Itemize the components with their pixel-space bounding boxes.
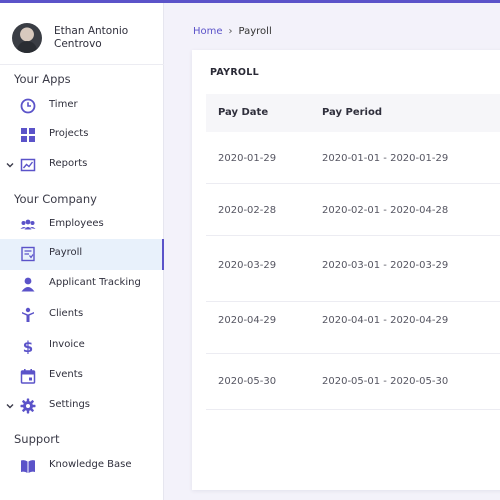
clock-icon: [20, 98, 36, 114]
pay-date-cell: 2020-04-29: [218, 315, 277, 326]
sidebar-item-events[interactable]: Events: [0, 361, 164, 392]
sidebar-item-clients[interactable]: Clients: [0, 300, 164, 331]
table-header: Pay Date Pay Period: [206, 94, 500, 132]
sidebar-item-label: Projects: [49, 128, 89, 139]
breadcrumb-current: Payroll: [238, 26, 272, 37]
dollar-icon: $: [23, 338, 33, 354]
pay-date-cell: 2020-03-29: [218, 260, 277, 271]
sidebar-item-label: Applicant Tracking: [49, 277, 141, 288]
sidebar-item-applicant-tracking[interactable]: Applicant Tracking: [0, 269, 164, 300]
people-icon: [20, 219, 36, 230]
breadcrumb-home-link[interactable]: Home: [193, 26, 223, 37]
breadcrumb: Home › Payroll: [193, 26, 272, 37]
sidebar-item-label: Timer: [49, 99, 78, 110]
pay-period-cell: 2020-05-01 - 2020-05-30: [322, 376, 449, 387]
table-row[interactable]: 2020-03-29 2020-03-01 - 2020-03-29: [206, 236, 500, 302]
user-profile[interactable]: Ethan Antonio Centrovo: [0, 3, 164, 65]
sidebar-item-invoice[interactable]: $ Invoice: [0, 331, 164, 362]
sidebar-item-settings[interactable]: Settings: [0, 391, 164, 422]
pay-date-cell: 2020-02-28: [218, 205, 277, 216]
table-row[interactable]: 2020-04-29 2020-04-01 - 2020-04-29: [206, 302, 500, 354]
column-header-pay-date[interactable]: Pay Date: [218, 107, 268, 118]
sidebar-item-label: Payroll: [49, 247, 83, 258]
sidebar-item-payroll[interactable]: Payroll: [0, 239, 164, 270]
breadcrumb-separator: ›: [228, 26, 233, 37]
section-your-apps: Your Apps: [14, 72, 71, 86]
pay-period-cell: 2020-02-01 - 2020-04-28: [322, 205, 449, 216]
payroll-card: PAYROLL Pay Date Pay Period 2020-01-29 2…: [192, 50, 500, 490]
gear-icon: [20, 398, 36, 414]
person-icon: [21, 277, 35, 292]
table-row[interactable]: 2020-02-28 2020-02-01 - 2020-04-28: [206, 184, 500, 236]
pay-period-cell: 2020-01-01 - 2020-01-29: [322, 153, 449, 164]
payroll-icon: [21, 246, 35, 262]
table-row[interactable]: 2020-05-30 2020-05-01 - 2020-05-30: [206, 354, 500, 410]
sidebar-item-knowledge-base[interactable]: Knowledge Base: [0, 451, 164, 482]
sidebar: Ethan Antonio Centrovo Your Apps Timer P…: [0, 3, 164, 500]
calendar-icon: [20, 369, 36, 384]
chevron-down-icon[interactable]: [5, 160, 15, 170]
card-title: PAYROLL: [210, 67, 260, 78]
grid-icon: [21, 128, 35, 142]
user-name: Ethan Antonio Centrovo: [54, 25, 129, 50]
pay-date-cell: 2020-05-30: [218, 376, 277, 387]
sidebar-item-label: Clients: [49, 308, 84, 319]
sidebar-item-label: Invoice: [49, 339, 85, 350]
sidebar-item-label: Reports: [49, 158, 88, 169]
sidebar-item-projects[interactable]: Projects: [0, 120, 164, 151]
svg-text:$: $: [23, 338, 33, 354]
sidebar-item-employees[interactable]: Employees: [0, 210, 164, 241]
sidebar-item-timer[interactable]: Timer: [0, 91, 164, 122]
client-icon: [22, 307, 34, 322]
chart-icon: [20, 158, 36, 172]
table-row[interactable]: 2020-01-29 2020-01-01 - 2020-01-29: [206, 132, 500, 184]
sidebar-item-label: Knowledge Base: [49, 459, 132, 470]
pay-period-cell: 2020-03-01 - 2020-03-29: [322, 260, 449, 271]
book-icon: [21, 460, 35, 473]
sidebar-item-reports[interactable]: Reports: [0, 150, 164, 181]
pay-period-cell: 2020-04-01 - 2020-04-29: [322, 315, 449, 326]
pay-date-cell: 2020-01-29: [218, 153, 277, 164]
sidebar-item-label: Events: [49, 369, 83, 380]
section-your-company: Your Company: [14, 192, 97, 206]
column-header-pay-period[interactable]: Pay Period: [322, 107, 382, 118]
avatar[interactable]: [12, 23, 42, 53]
sidebar-item-label: Settings: [49, 399, 91, 410]
section-support: Support: [14, 432, 60, 446]
sidebar-item-label: Employees: [49, 218, 104, 229]
chevron-down-icon[interactable]: [5, 401, 15, 411]
